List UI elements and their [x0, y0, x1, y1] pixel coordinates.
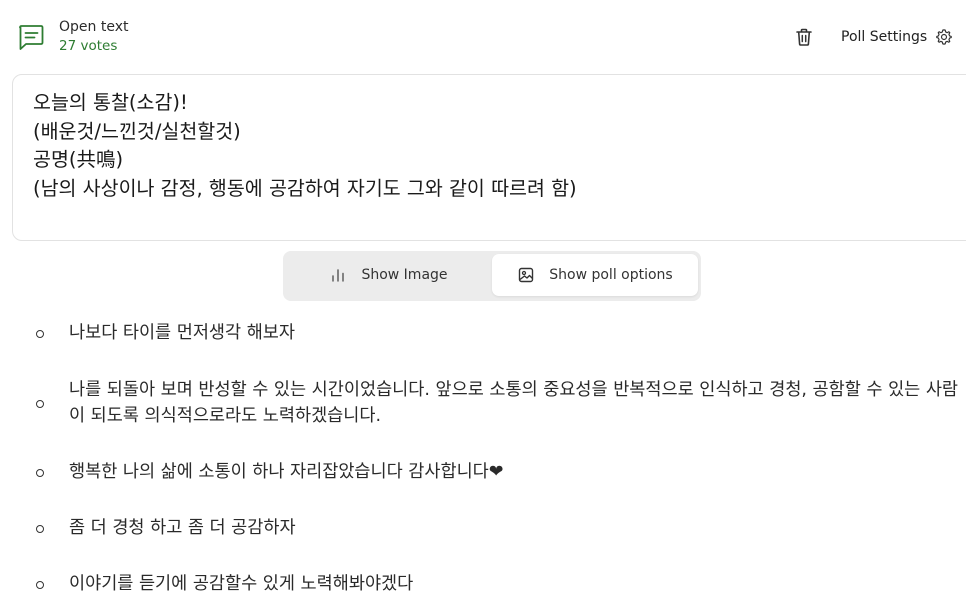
bullet [36, 330, 44, 338]
show-poll-options-button[interactable]: Show poll options [492, 254, 698, 296]
answer-text: 나보다 타이를 먼저생각 해보자 [69, 323, 295, 343]
answer-text: 이야기를 듣기에 공감할수 있게 노력해봐야겠다 [69, 574, 414, 594]
poll-header: Open text 27 votes Poll Settings [0, 0, 966, 74]
bar-chart-icon [332, 269, 345, 282]
question-card: 오늘의 통찰(소감)! (배운것/느낀것/실천할것) 공명(共鳴) (남의 사상… [12, 74, 966, 241]
show-poll-options-label: Show poll options [549, 267, 673, 283]
poll-settings-button[interactable]: Poll Settings [841, 27, 953, 47]
gear-icon [936, 29, 952, 45]
bullet [36, 469, 44, 477]
bullet [36, 400, 44, 408]
chat-lines-icon [19, 25, 44, 50]
question-text: 오늘의 통찰(소감)! (배운것/느낀것/실천할것) 공명(共鳴) (남의 사상… [33, 91, 577, 200]
poll-type-label: Open text [59, 19, 129, 35]
show-image-button[interactable]: Show Image [287, 254, 490, 296]
answer-text: 행복한 나의 삶에 소통이 하나 자리잡았습니다 감사합니다❤ [69, 462, 504, 482]
bullet [36, 525, 44, 533]
bullet [36, 581, 44, 589]
trash-icon[interactable] [794, 27, 814, 47]
view-toggle: Show Image Show poll options [283, 251, 701, 301]
poll-settings-label: Poll Settings [841, 29, 928, 45]
image-icon [519, 267, 534, 283]
show-image-label: Show Image [361, 267, 448, 283]
answer-text: 나를 되돌아 보며 반성할 수 있는 시간이었습니다. 앞으로 소통의 중요성을… [69, 380, 959, 426]
vote-count: 27 votes [59, 38, 118, 54]
answer-text: 좀 더 경청 하고 좀 더 공감하자 [69, 518, 296, 538]
